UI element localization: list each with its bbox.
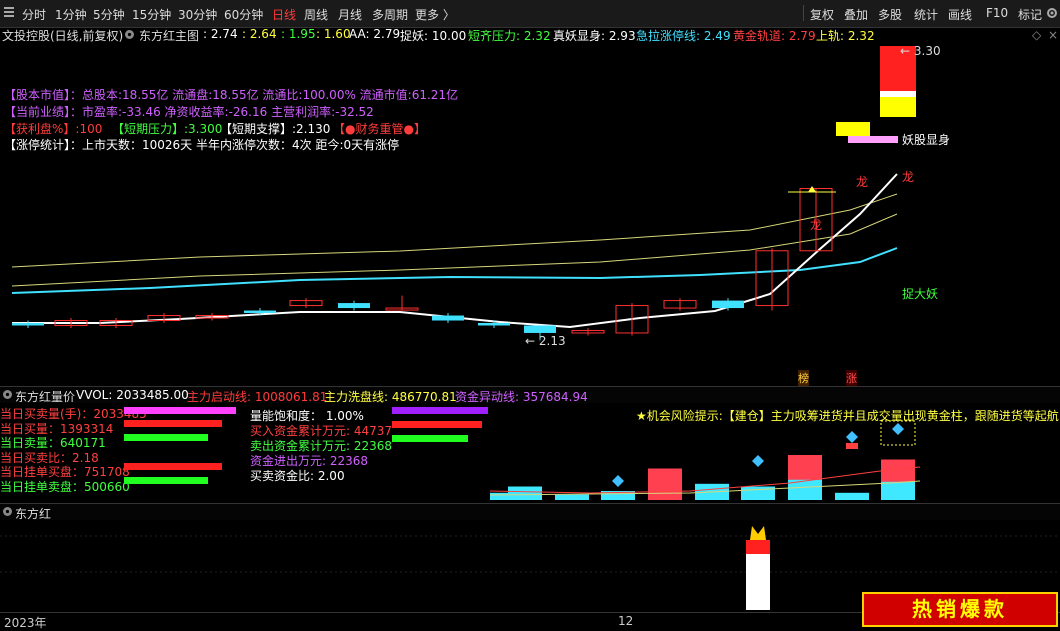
main-chart-header: 文投控股(日线,前复权) 东方红主图 : 2.74 : 2.64 : 1.95 …: [0, 27, 1060, 44]
indicator-dqyl: 短齐压力: 2.32: [468, 29, 551, 43]
diamond-icon[interactable]: ◇: [1032, 28, 1041, 42]
fuquan-button[interactable]: 复权: [810, 6, 834, 23]
tab-more[interactable]: 更多 〉: [415, 6, 455, 23]
high-price-label: ← 3.30: [900, 44, 941, 58]
tab-15min[interactable]: 15分钟: [132, 6, 171, 23]
indicator-name[interactable]: 东方红主图: [139, 27, 199, 44]
low-price-label: ← 2.13: [525, 334, 566, 348]
tab-5min[interactable]: 5分钟: [93, 6, 125, 23]
bang-badge: 榜: [798, 370, 809, 386]
stock-title: 文投控股(日线,前复权): [2, 29, 124, 43]
ma-line-yellow-2: [11, 213, 898, 287]
volume-bar: [648, 468, 682, 500]
indicator-val-3: : 1.95: [281, 27, 316, 41]
yao-show-label: 妖股显身: [902, 133, 951, 147]
tab-multi-period[interactable]: 多周期: [372, 6, 408, 23]
bottom-panel-header: 东方红: [0, 503, 1060, 521]
indicator-zyxs: 真妖显身: 2.93: [553, 29, 636, 43]
year-label: 2023年: [4, 616, 47, 630]
bottom-settings-icon[interactable]: [2, 506, 13, 520]
promo-badge[interactable]: 热销爆款: [862, 592, 1058, 627]
indicator-hjgd: 黄金轨道: 2.79: [733, 29, 816, 43]
candle: [432, 315, 464, 321]
signal-block-white: [880, 91, 916, 97]
diamond-signal-icon-4: [880, 420, 916, 446]
month-label: 12: [618, 614, 634, 628]
catch-yao-label: 捉大妖: [902, 287, 939, 301]
indicator-zhuoyao: 捉妖: 10.00: [400, 29, 467, 43]
menu-icon[interactable]: [4, 6, 14, 18]
volume-bar: [835, 492, 869, 500]
gear-icon[interactable]: [1046, 7, 1058, 22]
draw-line-button[interactable]: 画线: [948, 6, 972, 23]
candle: [524, 325, 556, 333]
stats-button[interactable]: 统计: [914, 6, 938, 23]
multi-stock-button[interactable]: 多股: [878, 6, 902, 23]
gold-crown-icon: [750, 526, 766, 540]
volume-bar: [555, 494, 589, 500]
diamond-signal-icon-2: [752, 455, 764, 467]
ma-line-yellow-1: [11, 193, 898, 268]
candle: [478, 323, 510, 326]
ma-line-cyan: [11, 247, 898, 294]
overlay-button[interactable]: 叠加: [844, 6, 868, 23]
tab-60min[interactable]: 60分钟: [224, 6, 263, 23]
signal-block-yellow-left: [836, 122, 870, 136]
volume-bars-chart: [490, 420, 921, 500]
signal-block-pink: [848, 136, 898, 143]
f10-button[interactable]: F10: [986, 6, 1008, 20]
main-candlestick-chart: [11, 46, 916, 341]
candle: [712, 300, 744, 309]
bottom-bar-white: [746, 554, 770, 610]
indicator-val-2: : 2.64: [242, 27, 277, 41]
diamond-signal-icon-1: [612, 475, 624, 487]
bottom-bar-red: [746, 540, 770, 554]
zhang-badge: 涨: [846, 370, 857, 386]
indicator-jlzt: 急拉涨停线: 2.49: [636, 29, 731, 43]
triangle-marker: [808, 186, 816, 192]
tab-30min[interactable]: 30分钟: [178, 6, 217, 23]
candle: [12, 323, 44, 326]
tab-daily[interactable]: 日线: [272, 6, 296, 23]
diamond-signal-icon-3: [846, 431, 858, 449]
indicator-settings-icon[interactable]: [124, 29, 135, 43]
indicator-aa: AA: 2.79: [349, 27, 401, 41]
candle: [338, 303, 370, 309]
close-icon[interactable]: ×: [1048, 28, 1058, 42]
volume-bar: [508, 486, 542, 500]
tab-fenshi[interactable]: 分时: [22, 6, 46, 23]
tab-1min[interactable]: 1分钟: [55, 6, 87, 23]
tab-weekly[interactable]: 周线: [304, 6, 328, 23]
volume-bar-sell: [881, 481, 915, 500]
vvol-value: VVOL: 2033485.00: [76, 388, 189, 402]
signal-block-yellow: [880, 97, 916, 117]
vol-settings-icon[interactable]: [2, 389, 13, 403]
volume-panel-header: 东方红量价 VVOL: 2033485.00 主力启动线: 1008061.81…: [0, 386, 1060, 404]
period-toolbar: 分时 1分钟 5分钟 15分钟 30分钟 60分钟 日线 周线 月线 多周期 更…: [0, 0, 1060, 28]
indicator-val-1: : 2.74: [203, 27, 238, 41]
tab-monthly[interactable]: 月线: [338, 6, 362, 23]
vol-stats-bars: [124, 407, 488, 484]
indicator-sg: 上轨: 2.32: [816, 29, 875, 43]
mark-button[interactable]: 标记: [1018, 6, 1042, 23]
dragon-label-2: 龙: [856, 175, 869, 189]
candle: [244, 310, 276, 314]
dragon-label-3: 龙: [810, 218, 823, 232]
dragon-label-1: 龙: [902, 170, 915, 184]
indicator-val-4: : 1.60: [316, 27, 351, 41]
